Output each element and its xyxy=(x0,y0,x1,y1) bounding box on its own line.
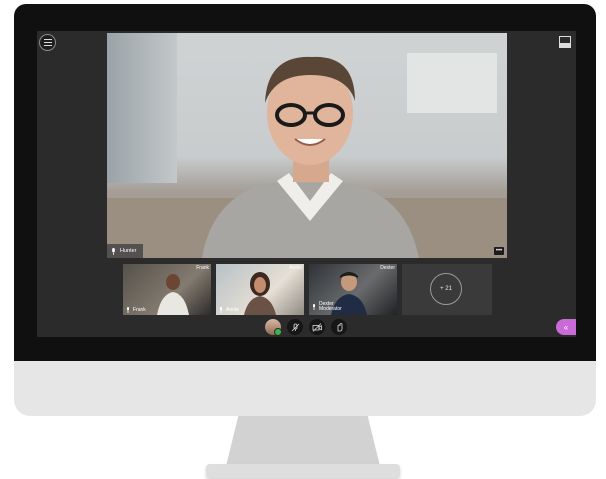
microphone-icon xyxy=(313,304,315,311)
monitor-stand-neck xyxy=(226,416,380,466)
participant-corner-label: Annie xyxy=(289,265,302,271)
participant-name-tag: Annie xyxy=(219,307,239,313)
microphone-toggle-button[interactable] xyxy=(287,319,303,335)
layout-toggle-icon xyxy=(559,36,571,48)
open-collaborate-panel-button[interactable]: « xyxy=(556,319,576,335)
participant-strip: Frank Frank Annie Annie Dexter Dexter Mo… xyxy=(123,264,492,316)
camera-off-icon xyxy=(312,322,322,332)
participant-name: Frank xyxy=(133,307,146,313)
participant-tile[interactable]: Frank Frank xyxy=(123,264,211,315)
main-speaker-video: Hunter ••• xyxy=(107,33,507,258)
participant-name-tag: Frank xyxy=(126,307,146,313)
participant-corner-label: Frank xyxy=(196,265,209,271)
double-chevron-left-icon: « xyxy=(563,322,569,332)
hamburger-menu-icon xyxy=(43,39,52,46)
participant-name: Annie xyxy=(226,307,239,313)
presenter-name-tag: Hunter xyxy=(107,244,143,258)
more-options-button[interactable]: ••• xyxy=(494,247,504,255)
monitor-chin xyxy=(14,361,596,416)
video-conference-screen: Hunter ••• Frank Frank Annie Annie Dexte… xyxy=(37,31,576,337)
participant-tile[interactable]: Dexter Dexter Moderator xyxy=(309,264,397,315)
session-menu-button[interactable] xyxy=(39,34,56,51)
participant-role: Moderator xyxy=(319,306,342,313)
participant-tile[interactable]: Annie Annie xyxy=(216,264,304,315)
microphone-icon xyxy=(112,247,115,255)
camera-toggle-button[interactable] xyxy=(309,319,325,335)
microphone-icon xyxy=(220,307,222,313)
more-participants-count: + 21 xyxy=(430,273,462,305)
my-status-button[interactable] xyxy=(265,319,282,336)
ellipsis-icon: ••• xyxy=(495,248,503,254)
online-status-dot xyxy=(274,328,282,336)
presenter-name: Hunter xyxy=(120,248,137,254)
presenter-figure xyxy=(202,56,419,258)
microphone-icon xyxy=(127,307,129,313)
raise-hand-button[interactable] xyxy=(331,319,347,335)
participant-name-tag: Dexter Moderator xyxy=(312,301,342,314)
more-participants-tile[interactable]: + 21 xyxy=(402,264,492,315)
participant-labels: Dexter Moderator xyxy=(319,301,342,314)
session-controls xyxy=(265,319,347,336)
layout-toggle-button[interactable] xyxy=(559,35,571,48)
participant-corner-label: Dexter xyxy=(380,265,395,271)
microphone-off-icon xyxy=(291,323,299,331)
raise-hand-icon xyxy=(337,322,342,331)
monitor-stand-foot xyxy=(206,464,400,478)
